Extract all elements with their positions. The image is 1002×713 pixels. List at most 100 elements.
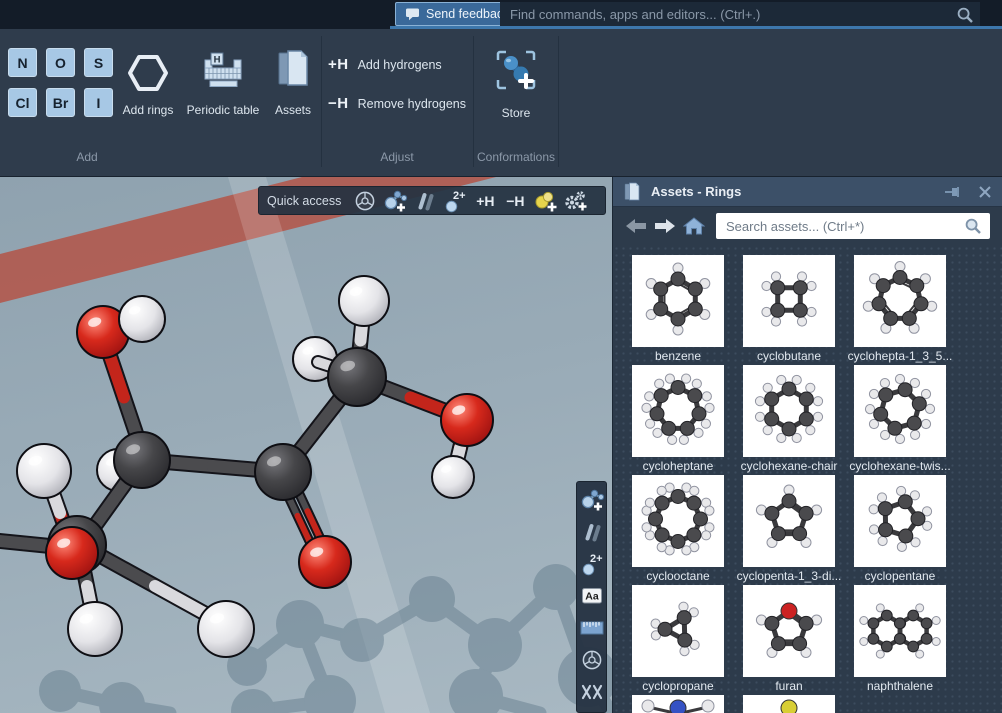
- asset-tile-cyclohexane-chair[interactable]: [743, 365, 835, 457]
- navigation-wheel-icon[interactable]: [577, 644, 606, 676]
- asset-label: cyclohepta-1_3_5...: [848, 349, 953, 363]
- bonds-icon[interactable]: [410, 188, 440, 214]
- asset-cell: [632, 695, 724, 713]
- assets-panel-titlebar: Assets - Rings: [613, 177, 1002, 207]
- assets-search-input[interactable]: [724, 218, 964, 235]
- navigation-wheel-icon[interactable]: [350, 188, 380, 214]
- assets-panel: Assets - Rings: [612, 177, 1002, 713]
- asset-tile-cyclohepta-1_3_5...[interactable]: [854, 255, 946, 347]
- ribbon-toolbar: NOS Cl Br I Add rings H: [0, 29, 1002, 177]
- asset-tile-cycloheptane[interactable]: [632, 365, 724, 457]
- asset-cell: naphthalene: [854, 585, 946, 695]
- charge-icon[interactable]: 2+: [577, 548, 606, 580]
- remove-hydrogens-icon: −H: [328, 95, 349, 112]
- speech-bubble-icon: [405, 7, 420, 21]
- assets-panel-nav: [613, 207, 1002, 245]
- add-hydrogens-icon[interactable]: +H: [470, 188, 500, 214]
- twist-icon[interactable]: [577, 676, 606, 708]
- element-S-button[interactable]: S: [84, 48, 113, 77]
- add-atoms-icon[interactable]: [380, 188, 410, 214]
- element-I-button[interactable]: I: [84, 88, 113, 117]
- add-hydrogens-button[interactable]: +H Add hydrogens: [328, 56, 442, 73]
- search-icon[interactable]: [964, 217, 982, 235]
- element-Br-button[interactable]: Br: [46, 88, 75, 117]
- store-button[interactable]: [494, 48, 538, 92]
- add-fragment-icon[interactable]: [530, 188, 560, 214]
- periodic-table-label[interactable]: Periodic table: [187, 103, 260, 117]
- asset-cell: cyclobutane: [743, 255, 835, 365]
- asset-cell: cyclopropane: [632, 585, 724, 695]
- assets-panel-title: Assets - Rings: [651, 184, 928, 199]
- forward-arrow-icon[interactable]: [654, 218, 676, 234]
- pin-icon[interactable]: [944, 186, 962, 198]
- back-arrow-icon[interactable]: [625, 218, 647, 234]
- remove-hydrogens-label: Remove hydrogens: [358, 97, 466, 111]
- asset-cell: cyclopentane: [854, 475, 946, 585]
- labels-icon[interactable]: Aa: [577, 580, 606, 612]
- store-icon: [494, 48, 538, 92]
- group-label-adjust: Adjust: [380, 150, 413, 164]
- remove-hydrogens-icon[interactable]: −H: [500, 188, 530, 214]
- asset-tile-furan[interactable]: [743, 585, 835, 677]
- ribbon-group-separator: [321, 36, 322, 167]
- ribbon-group-separator: [558, 36, 559, 167]
- asset-cell: [743, 695, 835, 713]
- remove-hydrogens-button[interactable]: −H Remove hydrogens: [328, 95, 466, 112]
- asset-cell: benzene: [632, 255, 724, 365]
- charge-icon[interactable]: 2+: [440, 188, 470, 214]
- asset-cell: cyclohepta-1_3_5...: [854, 255, 946, 365]
- command-search: [500, 2, 980, 27]
- assets-label[interactable]: Assets: [275, 103, 311, 117]
- asset-tile-cyclopropane[interactable]: [632, 585, 724, 677]
- asset-cell: cyclohexane-chair: [743, 365, 835, 475]
- asset-tile-benzene[interactable]: [632, 255, 724, 347]
- viewport-3d[interactable]: Quick access 2++H−H 2+Aa: [0, 177, 612, 713]
- search-icon[interactable]: [956, 6, 974, 24]
- assets-search: [716, 213, 990, 239]
- application-window: Send feedback NOS Cl Br I Add rings: [0, 0, 1002, 713]
- editor-settings-icon[interactable]: [560, 188, 590, 214]
- add-rings-button[interactable]: [126, 53, 170, 93]
- asset-tile-cyclohexane-twis...[interactable]: [854, 365, 946, 457]
- periodic-table-button[interactable]: H: [199, 51, 247, 91]
- element-Cl-button[interactable]: Cl: [8, 88, 37, 117]
- molecule-canvas[interactable]: [0, 177, 612, 713]
- add-atoms-icon[interactable]: [577, 484, 606, 516]
- svg-text:Aa: Aa: [585, 591, 599, 603]
- asset-tile-cyclobutane[interactable]: [743, 255, 835, 347]
- asset-label: cyclooctane: [646, 569, 709, 583]
- asset-label: cyclohexane-chair: [741, 459, 838, 473]
- close-icon[interactable]: [978, 185, 992, 199]
- asset-tile-naphthalene[interactable]: [854, 585, 946, 677]
- asset-tile-partial-12[interactable]: [632, 695, 724, 713]
- add-rings-label[interactable]: Add rings: [123, 103, 174, 117]
- group-label-conformations: Conformations: [477, 150, 555, 164]
- element-O-button[interactable]: O: [46, 48, 75, 77]
- command-search-input[interactable]: [500, 7, 956, 22]
- asset-tile-cyclopentane[interactable]: [854, 475, 946, 567]
- viewport-side-toolbar: 2+ Aa: [576, 481, 607, 713]
- asset-label: cyclopropane: [642, 679, 713, 693]
- add-hydrogens-label: Add hydrogens: [358, 58, 442, 72]
- assets-button[interactable]: [275, 47, 311, 91]
- quick-access-label: Quick access: [267, 194, 341, 208]
- bonds-icon[interactable]: [577, 516, 606, 548]
- quick-access-toolbar: Quick access 2++H−H: [258, 186, 606, 215]
- ruler-icon[interactable]: [577, 612, 606, 644]
- element-N-button[interactable]: N: [8, 48, 37, 77]
- home-icon[interactable]: [683, 217, 705, 235]
- store-label[interactable]: Store: [502, 106, 531, 120]
- svg-text:H: H: [214, 55, 221, 66]
- asset-label: furan: [775, 679, 802, 693]
- asset-tile-partial-13[interactable]: [743, 695, 835, 713]
- asset-cell: cyclohexane-twis...: [854, 365, 946, 475]
- asset-label: naphthalene: [867, 679, 933, 693]
- asset-label: cyclopenta-1_3-di...: [737, 569, 842, 583]
- periodic-table-icon: H: [199, 51, 247, 91]
- pages-icon: [623, 181, 641, 203]
- asset-tile-cyclopenta-1_3-di...[interactable]: [743, 475, 835, 567]
- asset-tile-cyclooctane[interactable]: [632, 475, 724, 567]
- asset-cell: cycloheptane: [632, 365, 724, 475]
- asset-cell: cyclopenta-1_3-di...: [743, 475, 835, 585]
- titlebar: Send feedback: [0, 0, 1002, 29]
